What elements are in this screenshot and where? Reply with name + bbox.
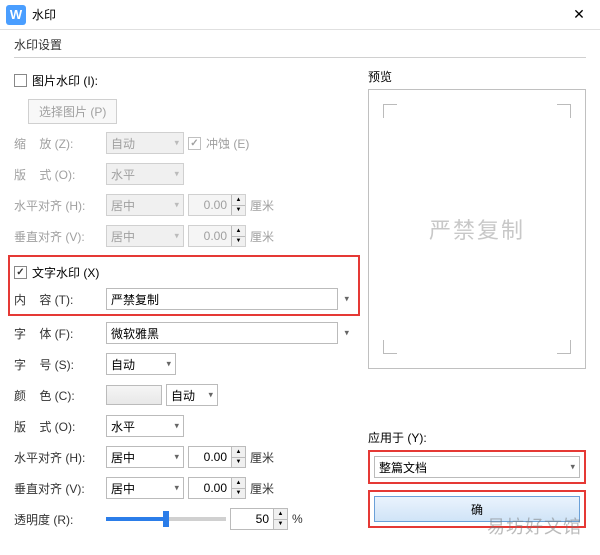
preview-label: 预览 xyxy=(368,70,392,84)
text-layout-label: 版 式 (O): xyxy=(14,418,106,435)
image-valign-select xyxy=(106,225,184,247)
select-image-button: 选择图片 (P) xyxy=(28,99,117,124)
image-halign-label: 水平对齐 (H): xyxy=(14,197,106,214)
crop-mark-icon xyxy=(383,104,397,118)
image-halign-spinner: ▲▼ xyxy=(188,194,246,216)
font-select[interactable] xyxy=(106,322,338,344)
preview-pane: 严禁复制 xyxy=(368,89,586,369)
text-watermark-checkbox[interactable]: 文字水印 (X) xyxy=(14,264,99,281)
crop-mark-icon xyxy=(383,340,397,354)
image-halign-select xyxy=(106,194,184,216)
text-halign-label: 水平对齐 (H): xyxy=(14,449,106,466)
size-label: 字 号 (S): xyxy=(14,356,106,373)
chevron-down-icon: ▼ xyxy=(232,206,245,216)
fieldset-legend: 水印设置 xyxy=(14,36,586,53)
chevron-up-icon: ▲ xyxy=(232,195,245,206)
text-layout-select[interactable] xyxy=(106,415,184,437)
content-select[interactable] xyxy=(106,288,338,310)
erosion-checkbox: 冲蚀 (E) xyxy=(188,135,249,152)
crop-mark-icon xyxy=(557,104,571,118)
image-watermark-checkbox[interactable]: 图片水印 (I): xyxy=(14,72,98,89)
text-halign-select[interactable] xyxy=(106,446,184,468)
image-layout-select xyxy=(106,163,184,185)
close-icon[interactable]: ✕ xyxy=(564,0,594,30)
font-label: 字 体 (F): xyxy=(14,325,106,342)
scale-select xyxy=(106,132,184,154)
scale-label: 缩 放 (Z): xyxy=(14,135,106,152)
content-label: 内 容 (T): xyxy=(14,291,106,308)
opacity-label: 透明度 (R): xyxy=(14,511,106,528)
size-select[interactable] xyxy=(106,353,176,375)
text-valign-label: 垂直对齐 (V): xyxy=(14,480,106,497)
apply-label: 应用于 (Y): xyxy=(368,429,586,446)
opacity-spinner[interactable]: ▲▼ xyxy=(230,508,288,530)
preview-text: 严禁复制 xyxy=(429,213,525,245)
window-title: 水印 xyxy=(32,6,564,23)
text-valign-spinner[interactable]: ▲▼ xyxy=(188,477,246,499)
color-swatch[interactable] xyxy=(106,385,162,405)
ok-button[interactable]: 确 xyxy=(374,496,580,522)
color-label: 颜 色 (C): xyxy=(14,387,106,404)
crop-mark-icon xyxy=(557,340,571,354)
text-halign-spinner[interactable]: ▲▼ xyxy=(188,446,246,468)
text-valign-select[interactable] xyxy=(106,477,184,499)
opacity-slider[interactable] xyxy=(106,517,226,521)
image-layout-label: 版 式 (O): xyxy=(14,166,106,183)
image-watermark-label: 图片水印 (I): xyxy=(32,72,98,89)
app-logo: W xyxy=(6,5,26,25)
apply-select[interactable] xyxy=(374,456,580,478)
image-valign-label: 垂直对齐 (V): xyxy=(14,228,106,245)
color-select[interactable] xyxy=(166,384,218,406)
text-watermark-label: 文字水印 (X) xyxy=(32,264,99,281)
image-valign-spinner: ▲▼ xyxy=(188,225,246,247)
